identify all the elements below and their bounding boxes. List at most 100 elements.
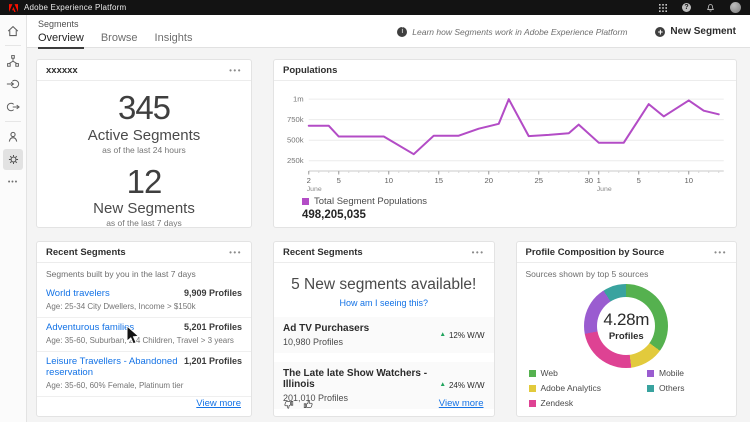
segment-row: Leisure Travellers - Abandoned reservati… [37,352,251,397]
segment-link[interactable]: World travelers [46,288,110,299]
sidebar-divider [5,45,21,46]
segment-link[interactable]: Adventurous families [46,322,134,333]
active-segments-stat: 345 Active Segments as of the last 24 ho… [37,91,251,155]
segment-meta: Age: 35-60, 60% Female, Platinum tier [46,381,242,390]
notifications-bell-icon[interactable] [706,3,715,13]
stat-label: New Segments [37,200,251,217]
card-menu-icon[interactable]: ••• [714,249,727,257]
sidebar-item-profiles[interactable] [3,126,23,147]
svg-text:1: 1 [597,176,601,185]
card-menu-icon[interactable]: ••• [229,249,242,257]
sidebar-item-home[interactable] [3,20,23,41]
svg-text:1m: 1m [293,95,304,104]
donut-center-value: 4.28m [603,310,649,330]
populations-card: Populations 250k500k750k1m2June510152025… [273,59,737,228]
card-title: xxxxxx [46,65,78,76]
stat-label: Active Segments [37,127,251,144]
svg-text:15: 15 [434,176,443,185]
legend-swatch [529,385,536,392]
learn-link-label: Learn how Segments work in Adobe Experie… [412,27,627,37]
thumbs-down-icon[interactable] [283,399,294,410]
legend-swatch [647,385,654,392]
topbar-actions: ? [659,2,741,13]
donut-center-label: Profiles [609,331,644,342]
svg-text:10: 10 [384,176,393,185]
legend-swatch [529,370,536,377]
header-actions: i Learn how Segments work in Adobe Exper… [397,26,736,37]
chart-legend: Total Segment Populations 498,205,035 [302,196,736,221]
plus-icon: + [655,27,665,37]
segment-profiles-count: 9,909 Profiles [184,288,242,298]
view-more-link[interactable]: View more [439,398,484,409]
card-menu-icon[interactable]: ••• [229,67,242,75]
legend-item-mobile: Mobile [647,368,685,378]
wow-delta: ▲12% W/W [440,331,485,340]
segment-list: World travelers9,909 ProfilesAge: 25-34 … [37,284,251,397]
wow-delta: ▲24% W/W [440,381,485,390]
card-menu-icon[interactable]: ••• [472,249,485,257]
more-icon: ••• [8,179,18,186]
sidebar-item-schemas[interactable] [3,50,23,71]
card-title: Recent Segments [46,247,126,258]
composition-legend: WebAdobe AnalyticsZendeskMobileOthers [529,368,685,408]
suggested-segment-list: Ad TV Purchasers10,980 Profiles▲12% W/WT… [274,317,494,409]
card-title: Populations [283,65,337,76]
svg-text:5: 5 [337,176,341,185]
avatar[interactable] [730,2,741,13]
adobe-logo-icon [9,4,18,12]
sidebar: ••• [0,15,27,422]
info-icon: i [397,27,407,37]
view-more-link[interactable]: View more [196,398,241,409]
tab-overview[interactable]: Overview [38,32,84,49]
svg-text:25: 25 [534,176,543,185]
profile-composition-card: Profile Composition by Source ••• Source… [516,241,738,417]
legend-label: Total Segment Populations [314,196,427,207]
segment-row: Adventurous families5,201 ProfilesAge: 3… [37,318,251,352]
legend-swatch [647,370,654,377]
trend-up-icon: ▲ [440,332,446,339]
svg-text:20: 20 [484,176,493,185]
stat-value: 345 [37,91,251,126]
topbar: Adobe Experience Platform ? [0,0,750,15]
suggested-segment-name: Ad TV Purchasers [283,323,369,334]
svg-text:2: 2 [307,176,311,185]
card-subtitle: Segments built by you in the last 7 days [37,263,251,284]
suggestions-headline: 5 New segments available! [274,276,494,294]
thumbs-up-icon[interactable] [303,399,314,410]
apps-grid-icon[interactable] [659,4,667,12]
composition-donut-chart: 4.28m Profiles [584,284,668,368]
legend-item-adobe-analytics: Adobe Analytics [529,383,601,393]
sidebar-item-sources[interactable] [3,73,23,94]
sidebar-item-segments[interactable] [3,149,23,170]
sidebar-item-more[interactable]: ••• [3,172,23,193]
legend-swatch [302,198,309,205]
new-segments-stat: 12 New Segments as of the last 7 days [37,165,251,228]
screen: Adobe Experience Platform ? [0,0,750,422]
svg-text:June: June [597,186,612,193]
content: xxxxxx ••• 345 Active Segments as of the… [27,48,750,422]
segment-link[interactable]: Leisure Travellers - Abandoned reservati… [46,356,178,378]
sidebar-item-destinations[interactable] [3,96,23,117]
recent-segments-card: Recent Segments ••• Segments built by yo… [36,241,252,417]
svg-text:750k: 750k [287,115,304,124]
segment-row: World travelers9,909 ProfilesAge: 25-34 … [37,284,251,318]
card-title: Recent Segments [283,247,363,258]
populations-line-chart: 250k500k750k1m2June510152025301June510 [274,83,736,195]
legend-total-value: 498,205,035 [302,209,736,221]
stat-value: 12 [37,165,251,200]
card-title: Profile Composition by Source [526,247,665,258]
tab-insights[interactable]: Insights [155,32,193,49]
suggested-segments-card: Recent Segments ••• 5 New segments avail… [273,241,495,417]
stat-sub: as of the last 24 hours [37,145,251,155]
help-icon[interactable]: ? [682,3,691,12]
tab-browse[interactable]: Browse [101,32,138,49]
how-am-i-seeing-this-link[interactable]: How am I seeing this? [274,298,494,308]
svg-text:June: June [307,186,322,193]
sidebar-divider [5,121,21,122]
app-title: Adobe Experience Platform [24,3,126,12]
suggested-segment[interactable]: Ad TV Purchasers10,980 Profiles▲12% W/W [274,317,494,353]
legend-swatch [529,400,536,407]
learn-link[interactable]: i Learn how Segments work in Adobe Exper… [397,27,627,37]
new-segment-label: New Segment [670,26,736,37]
new-segment-button[interactable]: + New Segment [655,26,736,37]
